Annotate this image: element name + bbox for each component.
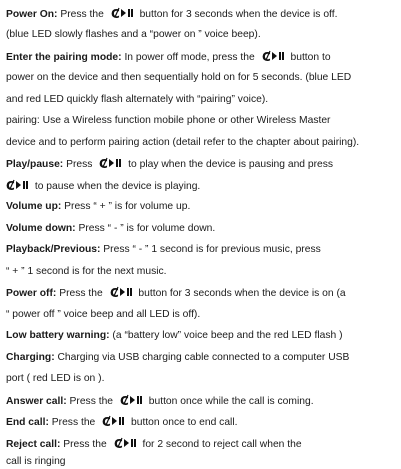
phone-play-pause-icon: C xyxy=(120,394,142,406)
line-play-pause: Play/pause: Press C to play when the dev… xyxy=(6,157,399,171)
pairing-cont-1-text: power on the device and then sequentiall… xyxy=(6,72,352,83)
phone-play-pause-icon: C xyxy=(111,7,133,19)
line-pairing-use: pairing: Use a Wireless function mobile … xyxy=(6,114,399,127)
phone-play-pause-icon: C xyxy=(102,415,125,427)
answer-call-text-b: button once while the call is coming. xyxy=(145,396,314,407)
play-pause-label: Play/pause: xyxy=(6,159,64,170)
end-call-text-a: Press the xyxy=(48,417,99,428)
reject-call-text-b: for 2 second to reject call when the xyxy=(139,439,302,450)
line-charging: Charging: Charging via USB charging cabl… xyxy=(6,351,399,364)
reject-call-text-a: Press the xyxy=(60,439,110,450)
play-pause-text-a: Press xyxy=(63,159,96,170)
volume-up-label: Volume up: xyxy=(6,201,62,212)
line-pairing-cont-1: power on the device and then sequentiall… xyxy=(6,71,399,84)
line-pairing-mode: Enter the pairing mode: In power off mod… xyxy=(6,50,399,64)
playback-text: Press “ - ” 1 second is for previous mus… xyxy=(100,244,321,255)
line-power-on: Power On: Press the C button for 3 secon… xyxy=(6,7,399,21)
line-power-off-cont: “ power off ” voice beep and all LED is … xyxy=(6,308,399,321)
volume-down-label: Volume down: xyxy=(6,223,76,234)
line-pairing-cont-2: and red LED quickly flash alternately wi… xyxy=(6,93,399,106)
power-on-label: Power On: xyxy=(6,9,58,20)
line-answer-call: Answer call: Press the C button once whi… xyxy=(6,394,399,408)
pairing-mode-label: Enter the pairing mode: xyxy=(6,52,122,63)
line-low-battery: Low battery warning: (a “battery low” vo… xyxy=(6,329,399,342)
instruction-document: Power On: Press the C button for 3 secon… xyxy=(0,0,401,469)
power-off-text-b: button for 3 seconds when the device is … xyxy=(135,288,346,299)
pairing-use-text: pairing: Use a Wireless function mobile … xyxy=(6,115,331,126)
pairing-cont-2-text: and red LED quickly flash alternately wi… xyxy=(6,94,269,105)
power-off-label: Power off: xyxy=(6,288,57,299)
power-off-cont-text: “ power off ” voice beep and all LED is … xyxy=(6,309,201,320)
low-battery-text: (a “battery low” voice beep and the red … xyxy=(109,330,343,341)
power-on-text-b: button for 3 seconds when the device is … xyxy=(136,9,338,20)
line-volume-down: Volume down: Press “ - ” is for volume d… xyxy=(6,222,399,235)
charging-text: Charging via USB charging cable connecte… xyxy=(54,352,350,363)
play-pause-text-b: to play when the device is pausing and p… xyxy=(125,159,334,170)
power-on-text-a: Press the xyxy=(57,9,107,20)
line-playback-cont: “ + ” 1 second is for the next music. xyxy=(6,265,399,278)
charging-cont-text: port ( red LED is on ). xyxy=(6,373,105,384)
charging-label: Charging: xyxy=(6,352,55,363)
answer-call-text-a: Press the xyxy=(66,396,116,407)
line-pairing-action: device and to perform pairing action (de… xyxy=(6,136,399,149)
line-play-pause-cont: C to pause when the device is playing. xyxy=(6,179,399,193)
pairing-mode-text-b: button to xyxy=(287,52,331,63)
line-power-off: Power off: Press the C button for 3 seco… xyxy=(6,286,399,300)
volume-down-text: Press “ - ” is for volume down. xyxy=(75,223,216,234)
pairing-mode-text-a: In power off mode, press the xyxy=(121,52,258,63)
pairing-action-text: device and to perform pairing action (de… xyxy=(6,137,360,148)
line-volume-up: Volume up: Press “ + ” is for volume up. xyxy=(6,200,399,213)
playback-cont-text: “ + ” 1 second is for the next music. xyxy=(6,266,167,277)
reject-call-label: Reject call: xyxy=(6,439,61,450)
answer-call-label: Answer call: xyxy=(6,396,67,407)
reject-call-cont-text: call is ringing xyxy=(6,456,66,467)
low-battery-label: Low battery warning: xyxy=(6,330,110,341)
playback-label: Playback/Previous: xyxy=(6,244,101,255)
play-pause-cont-text: to pause when the device is playing. xyxy=(32,181,201,192)
end-call-label: End call: xyxy=(6,417,49,428)
line-charging-cont: port ( red LED is on ). xyxy=(6,372,399,385)
phone-play-pause-icon: C xyxy=(6,179,28,191)
volume-up-text: Press “ + ” is for volume up. xyxy=(61,201,191,212)
line-playback: Playback/Previous: Press “ - ” 1 second … xyxy=(6,243,399,256)
line-reject-call: Reject call: Press the C for 2 second to… xyxy=(6,437,399,451)
phone-play-pause-icon: C xyxy=(99,157,122,169)
end-call-text-b: button once to end call. xyxy=(128,417,238,428)
line-reject-call-cont: call is ringing xyxy=(6,455,399,468)
phone-play-pause-icon: C xyxy=(110,286,132,298)
line-end-call: End call: Press the C button once to end… xyxy=(6,415,399,429)
line-power-on-cont: (blue LED slowly flashes and a “power on… xyxy=(6,28,399,41)
power-on-cont-text: (blue LED slowly flashes and a “power on… xyxy=(6,29,261,40)
phone-play-pause-icon: C xyxy=(114,437,136,449)
power-off-text-a: Press the xyxy=(56,288,106,299)
phone-play-pause-icon: C xyxy=(262,50,284,62)
